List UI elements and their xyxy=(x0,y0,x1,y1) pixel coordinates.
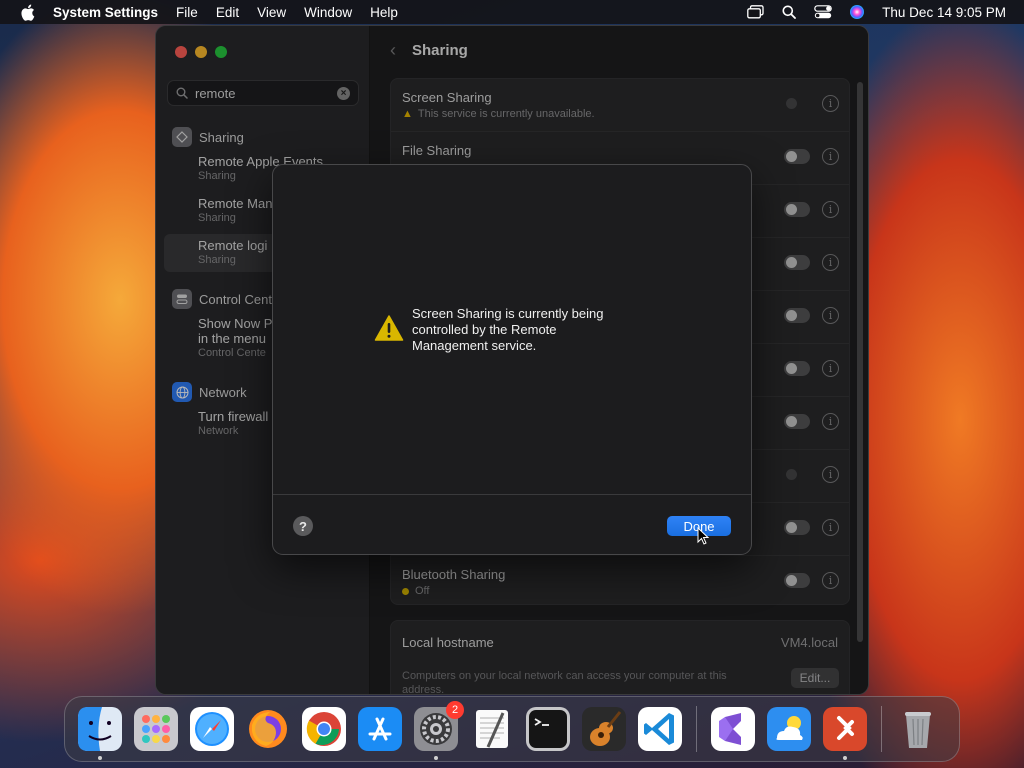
chrome-icon[interactable] xyxy=(302,707,346,751)
sheet-divider xyxy=(273,494,751,495)
file-menu[interactable]: File xyxy=(167,5,207,20)
notification-badge: 2 xyxy=(446,701,464,719)
dock-separator xyxy=(696,706,697,752)
system-settings-icon[interactable]: 2 xyxy=(414,701,464,760)
safari-icon[interactable] xyxy=(190,707,234,751)
view-menu[interactable]: View xyxy=(248,5,295,20)
mouse-pointer-icon xyxy=(697,527,709,545)
app-name-menu[interactable]: System Settings xyxy=(47,5,167,20)
help-menu[interactable]: Help xyxy=(361,5,407,20)
textedit-icon[interactable] xyxy=(470,707,514,751)
vscode-icon[interactable] xyxy=(638,707,682,751)
running-indicator xyxy=(843,756,847,760)
screen-mirroring-icon[interactable] xyxy=(738,0,772,24)
trash-icon[interactable] xyxy=(896,707,940,751)
running-indicator xyxy=(434,756,438,760)
finder-icon[interactable] xyxy=(78,707,122,760)
spotlight-search-icon[interactable] xyxy=(772,0,806,24)
warning-triangle-icon xyxy=(374,315,404,341)
control-center-toggle-icon[interactable] xyxy=(806,0,840,24)
app-store-icon[interactable] xyxy=(358,707,402,751)
alert-message: Screen Sharing is currently being contro… xyxy=(412,306,604,353)
firefox-icon[interactable] xyxy=(246,707,290,751)
terminal-icon[interactable] xyxy=(526,707,570,751)
weather-icon[interactable] xyxy=(767,707,811,751)
help-button[interactable]: ? xyxy=(293,516,313,536)
garageband-icon[interactable] xyxy=(582,707,626,751)
dock: 2 xyxy=(64,696,960,762)
alert-sheet: Screen Sharing is currently being contro… xyxy=(272,164,752,555)
dock-separator xyxy=(881,706,882,752)
visual-studio-icon[interactable] xyxy=(711,707,755,751)
apple-menu-icon[interactable] xyxy=(17,2,37,22)
remote-desktop-icon[interactable] xyxy=(823,707,867,760)
siri-icon[interactable] xyxy=(840,0,874,24)
menu-clock[interactable]: Thu Dec 14 9:05 PM xyxy=(882,5,1006,20)
alert-message-group: Screen Sharing is currently being contro… xyxy=(374,306,632,354)
launchpad-icon[interactable] xyxy=(134,707,178,751)
running-indicator xyxy=(98,756,102,760)
edit-menu[interactable]: Edit xyxy=(207,5,248,20)
menu-bar: System Settings File Edit View Window He… xyxy=(0,0,1024,24)
window-menu[interactable]: Window xyxy=(295,5,361,20)
